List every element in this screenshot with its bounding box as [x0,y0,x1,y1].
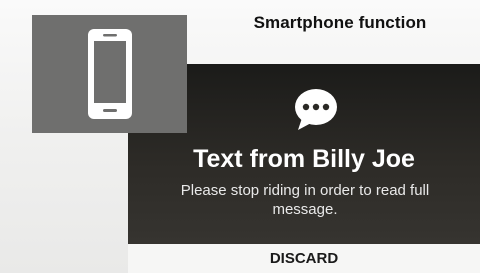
page-title: Smartphone function [253,13,427,32]
discard-button[interactable]: DISCARD [128,244,480,273]
smartphone-icon [88,29,132,119]
notification-title: Text from Billy Joe [193,145,415,173]
chat-bubble-icon [295,89,337,130]
notification-body: Please stop riding in order to read full… [180,182,430,218]
smartphone-tile [32,15,187,133]
action-bar: DISCARD [128,244,480,273]
